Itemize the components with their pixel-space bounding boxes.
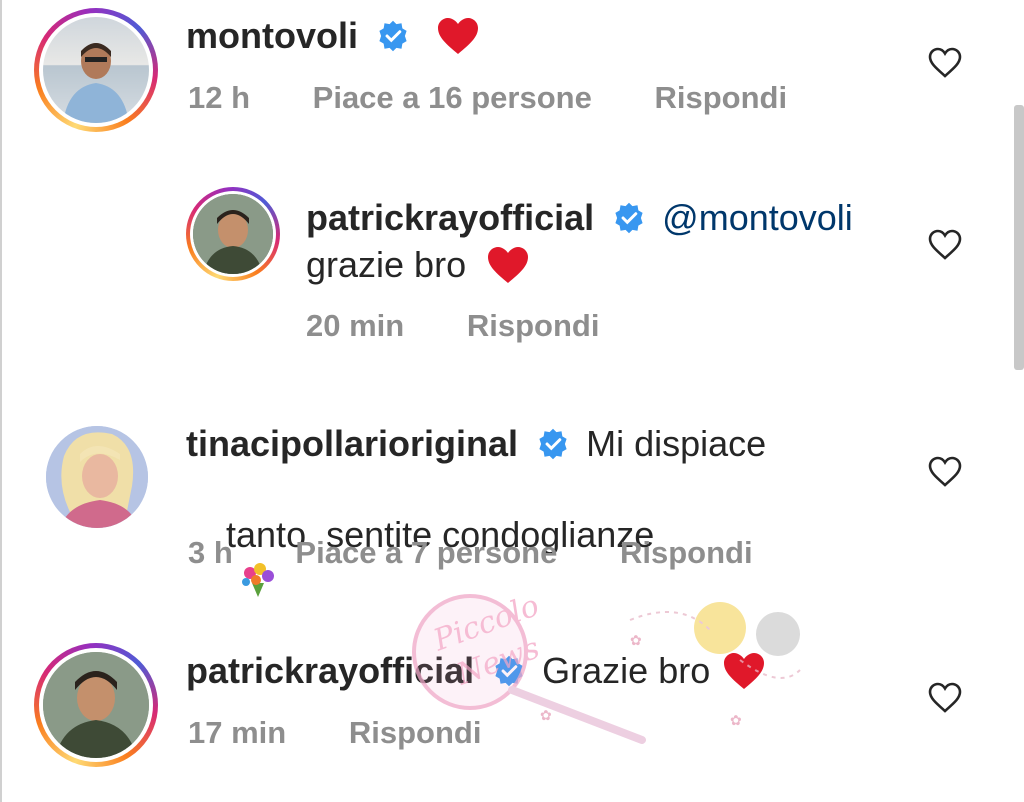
comment-time: 12 h [188, 80, 251, 115]
heart-emoji-icon [438, 18, 479, 54]
heart-outline-icon[interactable] [928, 682, 962, 714]
comment-text: Grazie bro [542, 650, 711, 691]
username[interactable]: tinacipollarioriginal [186, 423, 518, 464]
avatar [43, 17, 149, 123]
comment-meta: 17 min Rispondi [188, 715, 535, 751]
comment-line: tinacipollarioriginal Mi dispiace [186, 422, 766, 466]
avatar [43, 652, 149, 758]
avatar [193, 194, 273, 274]
reply-link[interactable]: Rispondi [654, 80, 787, 115]
verified-badge-icon [495, 655, 523, 687]
username[interactable]: montovoli [186, 15, 358, 56]
username[interactable]: patrickrayofficial [306, 197, 594, 238]
likes-count-link[interactable]: Piace a 7 persone [295, 535, 557, 570]
heart-outline-icon[interactable] [928, 456, 962, 488]
comment-meta: 12 h Piace a 16 persone Rispondi [188, 80, 841, 116]
svg-text:✿: ✿ [730, 712, 742, 728]
svg-text:✿: ✿ [540, 707, 552, 723]
comment-line: montovoli [186, 14, 480, 58]
username[interactable]: patrickrayofficial [186, 650, 474, 691]
avatar-story-ring[interactable] [34, 643, 158, 767]
comment-meta: 3 h Piace a 7 persone Rispondi [188, 535, 807, 571]
comment-time: 17 min [188, 715, 287, 750]
verified-badge-icon [379, 20, 407, 52]
heart-outline-icon[interactable] [928, 229, 962, 261]
reply-link[interactable]: Rispondi [349, 715, 482, 750]
avatar-story-ring[interactable] [186, 187, 280, 281]
comment-text: Mi dispiace [586, 423, 767, 464]
comment-line: patrickrayofficial @montovoli [306, 196, 853, 240]
avatar[interactable] [46, 426, 148, 528]
comment-line: patrickrayofficial Grazie bro [186, 649, 766, 693]
mention-link[interactable]: @montovoli [662, 197, 853, 238]
window-edge [0, 0, 2, 802]
verified-badge-icon [615, 202, 643, 234]
heart-outline-icon[interactable] [928, 47, 962, 79]
comment-meta: 20 min Rispondi [306, 308, 653, 344]
scrollbar[interactable] [1014, 105, 1024, 370]
reply-link[interactable]: Rispondi [620, 535, 753, 570]
comment-time: 3 h [188, 535, 233, 570]
heart-emoji-icon [488, 247, 529, 283]
comment-text: grazie bro [306, 243, 530, 287]
heart-emoji-icon [724, 653, 765, 689]
avatar-story-ring[interactable] [34, 8, 158, 132]
likes-count-link[interactable]: Piace a 16 persone [313, 80, 592, 115]
reply-link[interactable]: Rispondi [467, 308, 600, 343]
verified-badge-icon [539, 428, 567, 460]
comment-time: 20 min [306, 308, 405, 343]
